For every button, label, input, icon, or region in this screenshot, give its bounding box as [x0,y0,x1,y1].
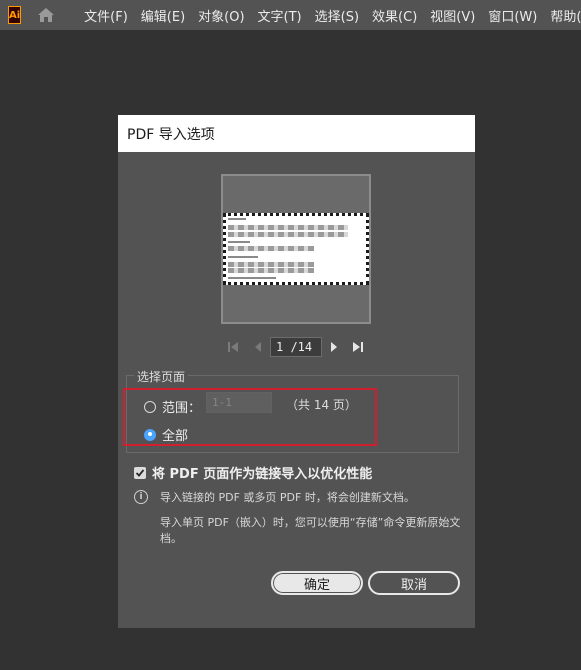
info-text-line2: 导入单页 PDF（嵌入）时，您可以使用“存储”命令更新原始文档。 [160,516,461,545]
last-page-icon[interactable] [351,340,365,354]
menu-view[interactable]: 视图(V) [430,6,475,25]
cancel-button[interactable]: 取消 [368,571,460,595]
page-preview [221,174,371,324]
info-text-line1: 导入链接的 PDF 或多页 PDF 时，将会创建新文档。 [160,491,415,504]
link-import-checkbox[interactable] [134,466,146,479]
pdf-import-dialog: PDF 导入选项 1 /14 选择页面 范围： 1-1 （共 14 页） 全部 … [118,115,475,628]
link-import-option[interactable]: 将 PDF 页面作为链接导入以优化性能 [134,463,372,482]
menu-edit[interactable]: 编辑(E) [141,6,185,25]
page-number-field[interactable]: 1 /14 [270,337,322,357]
menu-window[interactable]: 窗口(W) [488,6,537,25]
menu-type[interactable]: 文字(T) [258,6,302,25]
first-page-icon[interactable] [226,340,240,354]
illustrator-logo: Ai [8,6,22,24]
highlight-annotation [123,388,377,446]
menu-items: 文件(F) 编辑(E) 对象(O) 文字(T) 选择(S) 效果(C) 视图(V… [84,6,581,25]
page-navigator: 1 /14 [118,337,475,357]
menu-effect[interactable]: 效果(C) [372,6,417,25]
next-page-icon[interactable] [327,340,341,354]
dialog-titlebar[interactable]: PDF 导入选项 [118,115,475,152]
menu-select[interactable]: 选择(S) [315,6,359,25]
link-import-label: 将 PDF 页面作为链接导入以优化性能 [152,467,373,482]
page-thumbnail [223,213,369,285]
home-icon[interactable] [37,6,55,24]
menu-file[interactable]: 文件(F) [84,6,128,25]
menu-bar: Ai 文件(F) 编辑(E) 对象(O) 文字(T) 选择(S) 效果(C) 视… [0,0,581,30]
ok-button[interactable]: 确定 [271,571,363,595]
menu-help[interactable]: 帮助(H) [550,6,581,25]
page-selection-legend: 选择页面 [134,368,189,385]
dialog-title: PDF 导入选项 [127,126,215,143]
previous-page-icon[interactable] [251,340,265,354]
info-icon: i [134,490,148,504]
menu-object[interactable]: 对象(O) [198,6,244,25]
